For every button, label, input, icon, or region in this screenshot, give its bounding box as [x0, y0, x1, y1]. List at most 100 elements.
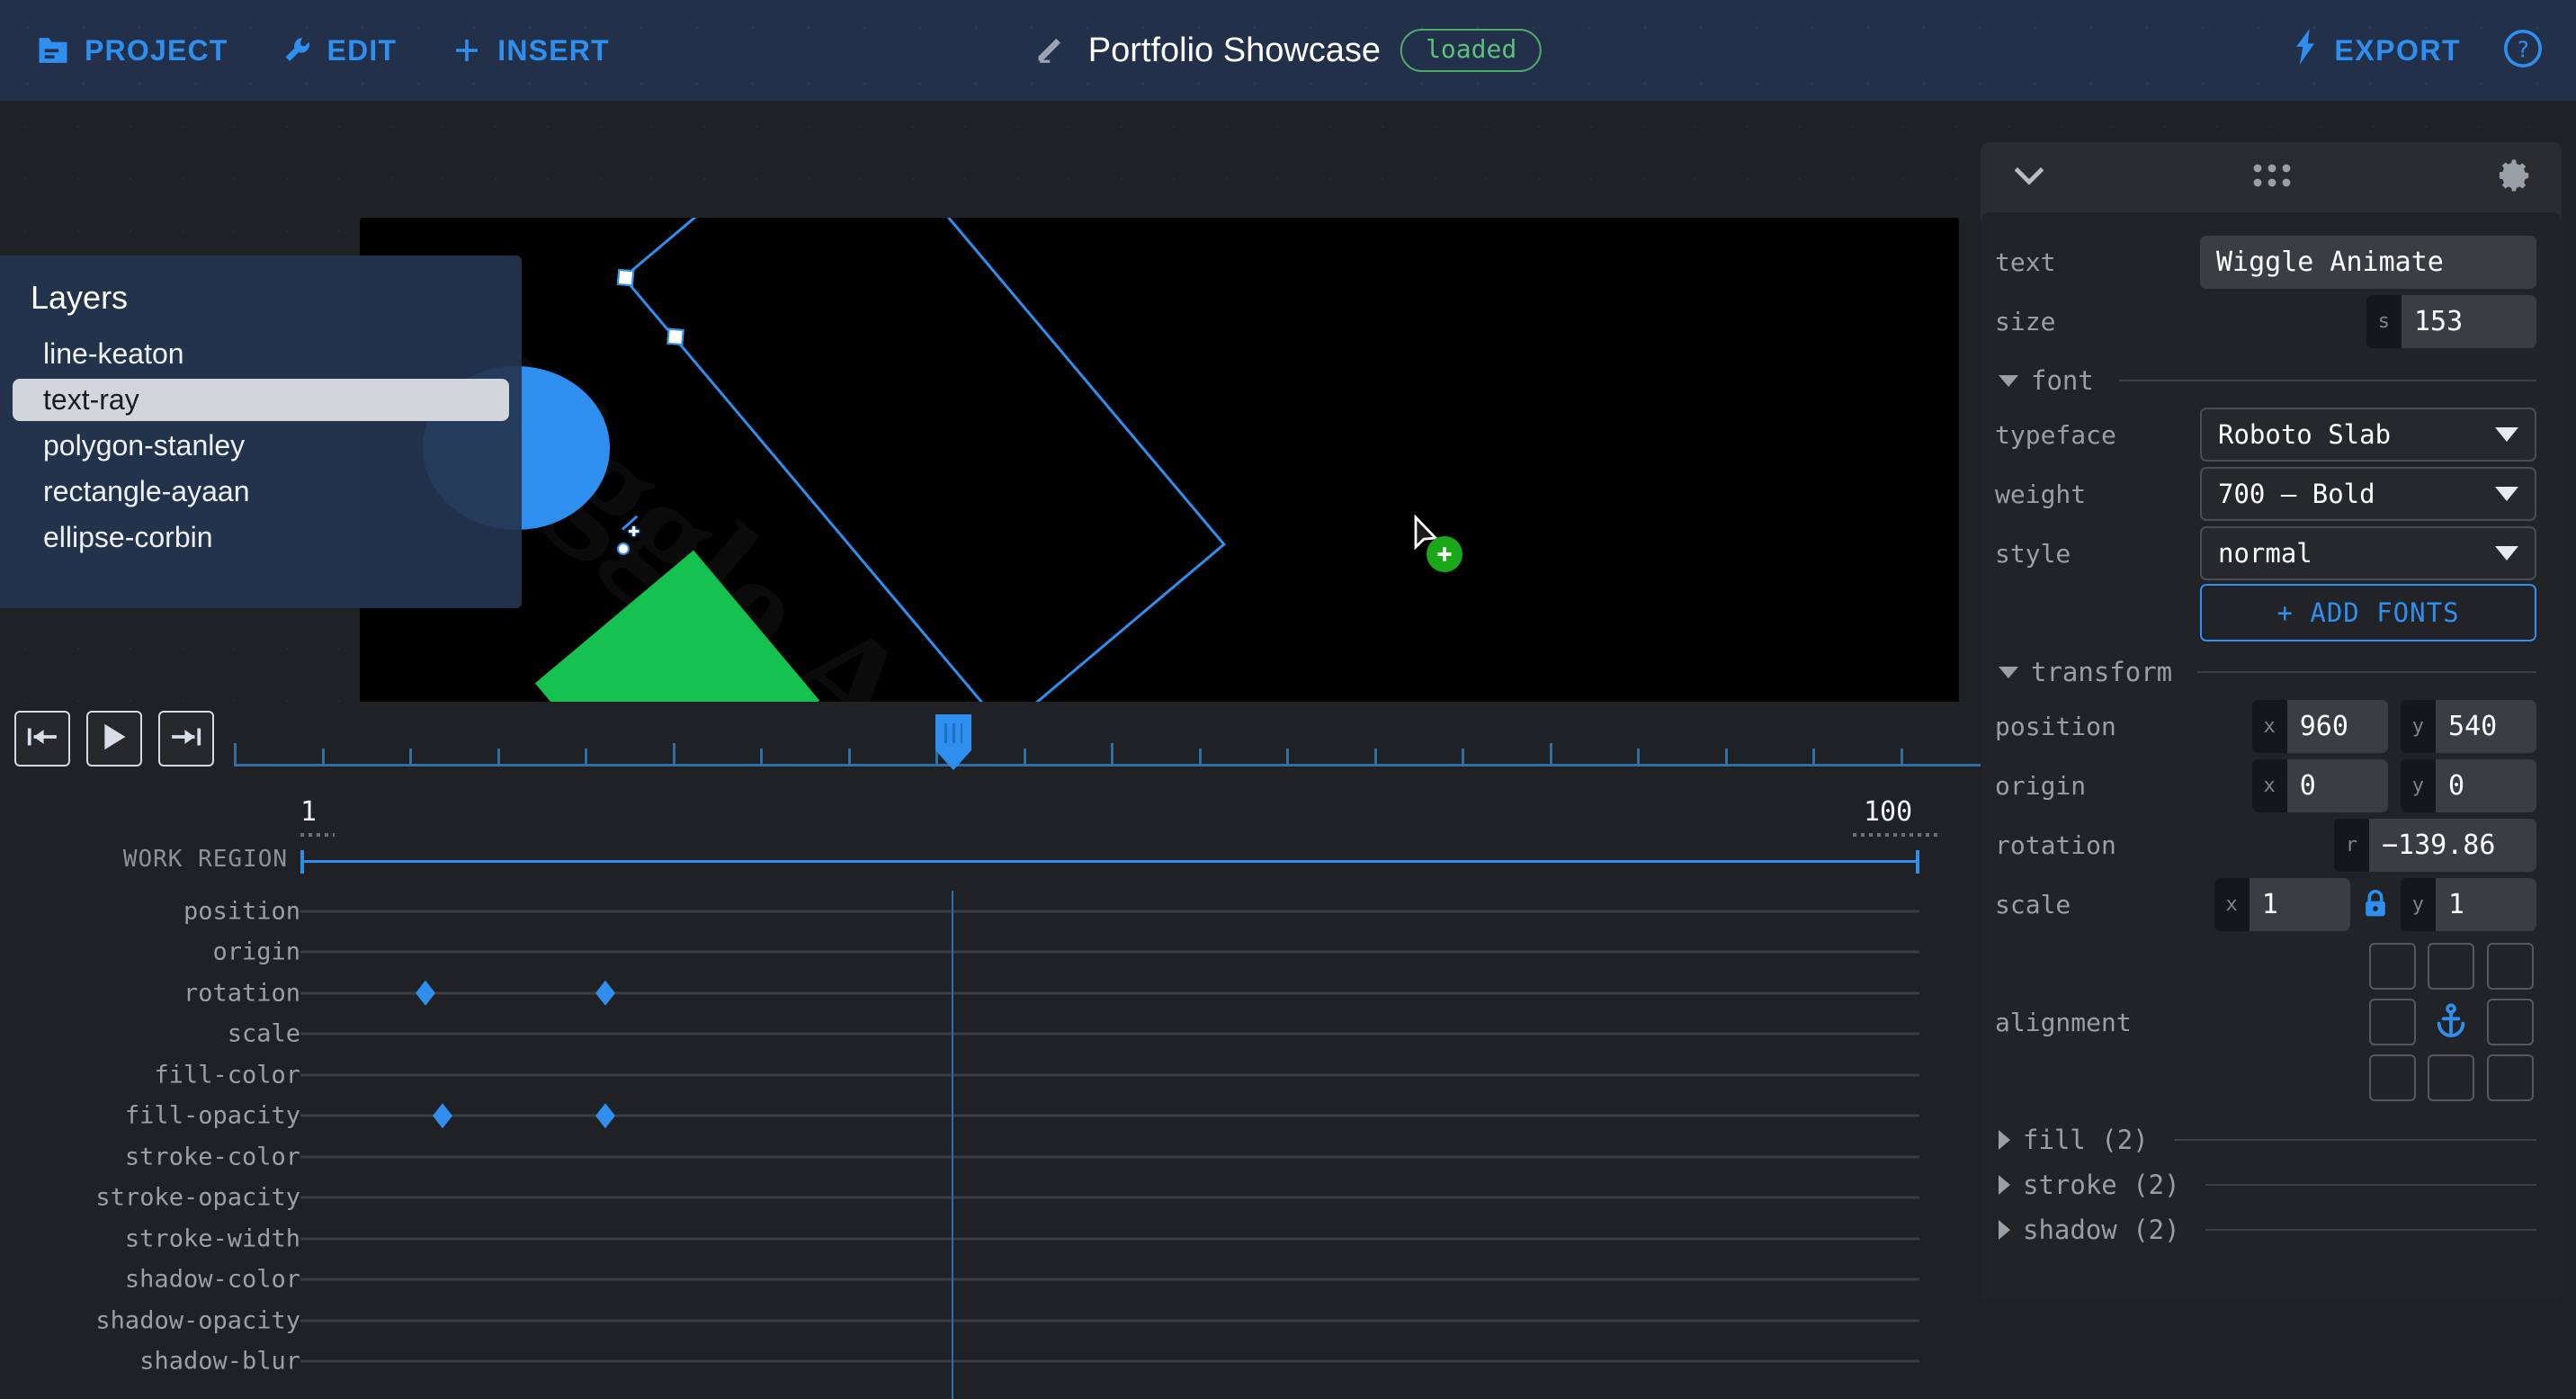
work-region-start-value[interactable]: 1	[300, 796, 317, 828]
work-region-end-value[interactable]: 100	[1864, 796, 1912, 828]
text-property-row: text Wiggle Animate	[1995, 232, 2536, 291]
origin-x-value[interactable]: 0	[2286, 758, 2388, 812]
properties-panel-header	[1981, 142, 2562, 212]
track-lane[interactable]	[300, 1196, 1919, 1199]
keyframe-marker[interactable]	[416, 980, 435, 1006]
menu-item-edit[interactable]: EDIT	[282, 34, 398, 67]
font-section-header[interactable]: font	[1999, 365, 2536, 396]
jump-to-start-button[interactable]	[14, 711, 70, 767]
ruler-tick	[409, 749, 412, 767]
layer-item-text-ray[interactable]: text-ray	[13, 379, 509, 421]
stroke-section-header[interactable]: stroke (2)	[1999, 1170, 2536, 1200]
scale-x-value[interactable]: 1	[2249, 877, 2350, 931]
lock-icon[interactable]	[2350, 889, 2401, 919]
track-lane[interactable]	[300, 1359, 1919, 1363]
track-lane[interactable]	[300, 1114, 1919, 1117]
work-region-label: WORK REGION	[122, 846, 288, 873]
selection-handle[interactable]	[666, 327, 684, 346]
scale-y-input[interactable]: y 1	[2400, 877, 2536, 931]
timeline-track-row[interactable]: shadow-opacity	[0, 1300, 2576, 1341]
style-select[interactable]: normal	[2200, 526, 2536, 580]
layer-item-rectangle-ayaan[interactable]: rectangle-ayaan	[13, 471, 509, 513]
alignment-top-right[interactable]	[2486, 943, 2534, 990]
section-divider	[2205, 1229, 2536, 1231]
jump-to-end-button[interactable]	[158, 711, 214, 767]
add-fonts-button[interactable]: + ADD FONTS	[2200, 584, 2536, 641]
size-input[interactable]: s 153	[2366, 294, 2536, 348]
position-x-value[interactable]: 960	[2286, 699, 2388, 753]
rotation-input[interactable]: r −139.86	[2333, 818, 2536, 872]
keyframe-marker[interactable]	[433, 1103, 452, 1129]
help-circle-icon[interactable]: ?	[2502, 28, 2544, 73]
shadow-section-header[interactable]: shadow (2)	[1999, 1215, 2536, 1245]
track-lane[interactable]	[300, 950, 1919, 954]
track-lane[interactable]	[300, 910, 1919, 913]
alignment-bottom-right[interactable]	[2486, 1054, 2534, 1101]
alignment-label: alignment	[1995, 1007, 2132, 1037]
keyframe-marker[interactable]	[595, 980, 615, 1006]
origin-y-input[interactable]: y 0	[2400, 758, 2536, 812]
position-y-value[interactable]: 540	[2436, 699, 2536, 753]
ruler-tick	[1462, 749, 1464, 767]
size-value[interactable]: 153	[2402, 294, 2536, 348]
transform-section-header[interactable]: transform	[1999, 657, 2536, 687]
alignment-row: alignment	[1995, 934, 2536, 1110]
track-lane[interactable]	[300, 1319, 1919, 1323]
origin-x-input[interactable]: x 0	[2251, 758, 2388, 812]
track-lane[interactable]	[300, 1155, 1919, 1159]
fill-section-header[interactable]: fill (2)	[1999, 1125, 2536, 1155]
typeface-select[interactable]: Roboto Slab	[2200, 408, 2536, 462]
weight-row: weight 700 — Bold	[1995, 464, 2536, 524]
gear-icon[interactable]	[2495, 157, 2533, 198]
alignment-top-left[interactable]	[2369, 943, 2416, 990]
work-region-bar[interactable]	[300, 860, 1919, 863]
layer-item-ellipse-corbin[interactable]: ellipse-corbin	[13, 516, 509, 559]
origin-y-value[interactable]: 0	[2436, 758, 2536, 812]
play-button[interactable]	[86, 711, 142, 767]
weight-select[interactable]: 700 — Bold	[2200, 467, 2536, 521]
grid-dots-icon[interactable]	[2252, 161, 2292, 193]
weight-value: 700 — Bold	[2218, 479, 2375, 509]
fill-section-label: fill (2)	[2023, 1125, 2149, 1155]
rotation-value[interactable]: −139.86	[2369, 818, 2536, 872]
keyframe-marker[interactable]	[595, 1103, 615, 1129]
timeline-track-row[interactable]: shadow-blur	[0, 1341, 2576, 1383]
position-x-input[interactable]: x 960	[2251, 699, 2388, 753]
position-y-input[interactable]: y 540	[2400, 699, 2536, 753]
origin-handle[interactable]	[617, 543, 630, 555]
scale-y-value[interactable]: 1	[2436, 877, 2536, 931]
project-title-group[interactable]: Portfolio Showcase loaded	[1034, 0, 1543, 101]
mouse-cursor	[1412, 514, 1462, 572]
alignment-middle-center[interactable]	[2428, 999, 2474, 1045]
wrench-icon	[282, 35, 313, 66]
chevron-down-icon[interactable]	[2009, 162, 2049, 193]
alignment-middle-right[interactable]	[2486, 999, 2534, 1045]
alignment-top-center[interactable]	[2428, 943, 2475, 990]
alignment-bottom-center[interactable]	[2428, 1054, 2475, 1101]
alignment-middle-left[interactable]	[2369, 999, 2416, 1045]
track-lane[interactable]	[300, 1237, 1919, 1241]
layer-item-polygon-stanley[interactable]: polygon-stanley	[13, 425, 509, 467]
selection-handle[interactable]	[616, 268, 635, 287]
alignment-grid	[2369, 943, 2536, 1101]
playhead[interactable]	[935, 714, 971, 770]
typeface-row: typeface Roboto Slab	[1995, 405, 2536, 464]
menu-item-insert[interactable]: INSERT	[451, 34, 610, 67]
rotation-anchor-icon[interactable]: ✚	[628, 521, 640, 541]
track-lane[interactable]	[300, 1032, 1919, 1036]
work-region-end-cap[interactable]	[1916, 850, 1919, 874]
menu-item-insert-label: INSERT	[497, 33, 610, 67]
track-lane[interactable]	[300, 1278, 1919, 1281]
alignment-bottom-left[interactable]	[2369, 1054, 2416, 1101]
position-label: position	[1995, 711, 2116, 741]
track-lane[interactable]	[300, 991, 1919, 995]
menu-item-project[interactable]: PROJECT	[36, 34, 228, 67]
work-region-end-underline	[1853, 833, 1941, 837]
plus-icon	[451, 34, 483, 67]
text-input[interactable]: Wiggle Animate	[2200, 235, 2536, 289]
origin-x-tag: x	[2251, 758, 2287, 812]
layer-item-line-keaton[interactable]: line-keaton	[13, 333, 509, 375]
track-lane[interactable]	[300, 1073, 1919, 1077]
scale-x-input[interactable]: x 1	[2214, 877, 2350, 931]
export-button[interactable]: EXPORT	[2293, 29, 2461, 72]
